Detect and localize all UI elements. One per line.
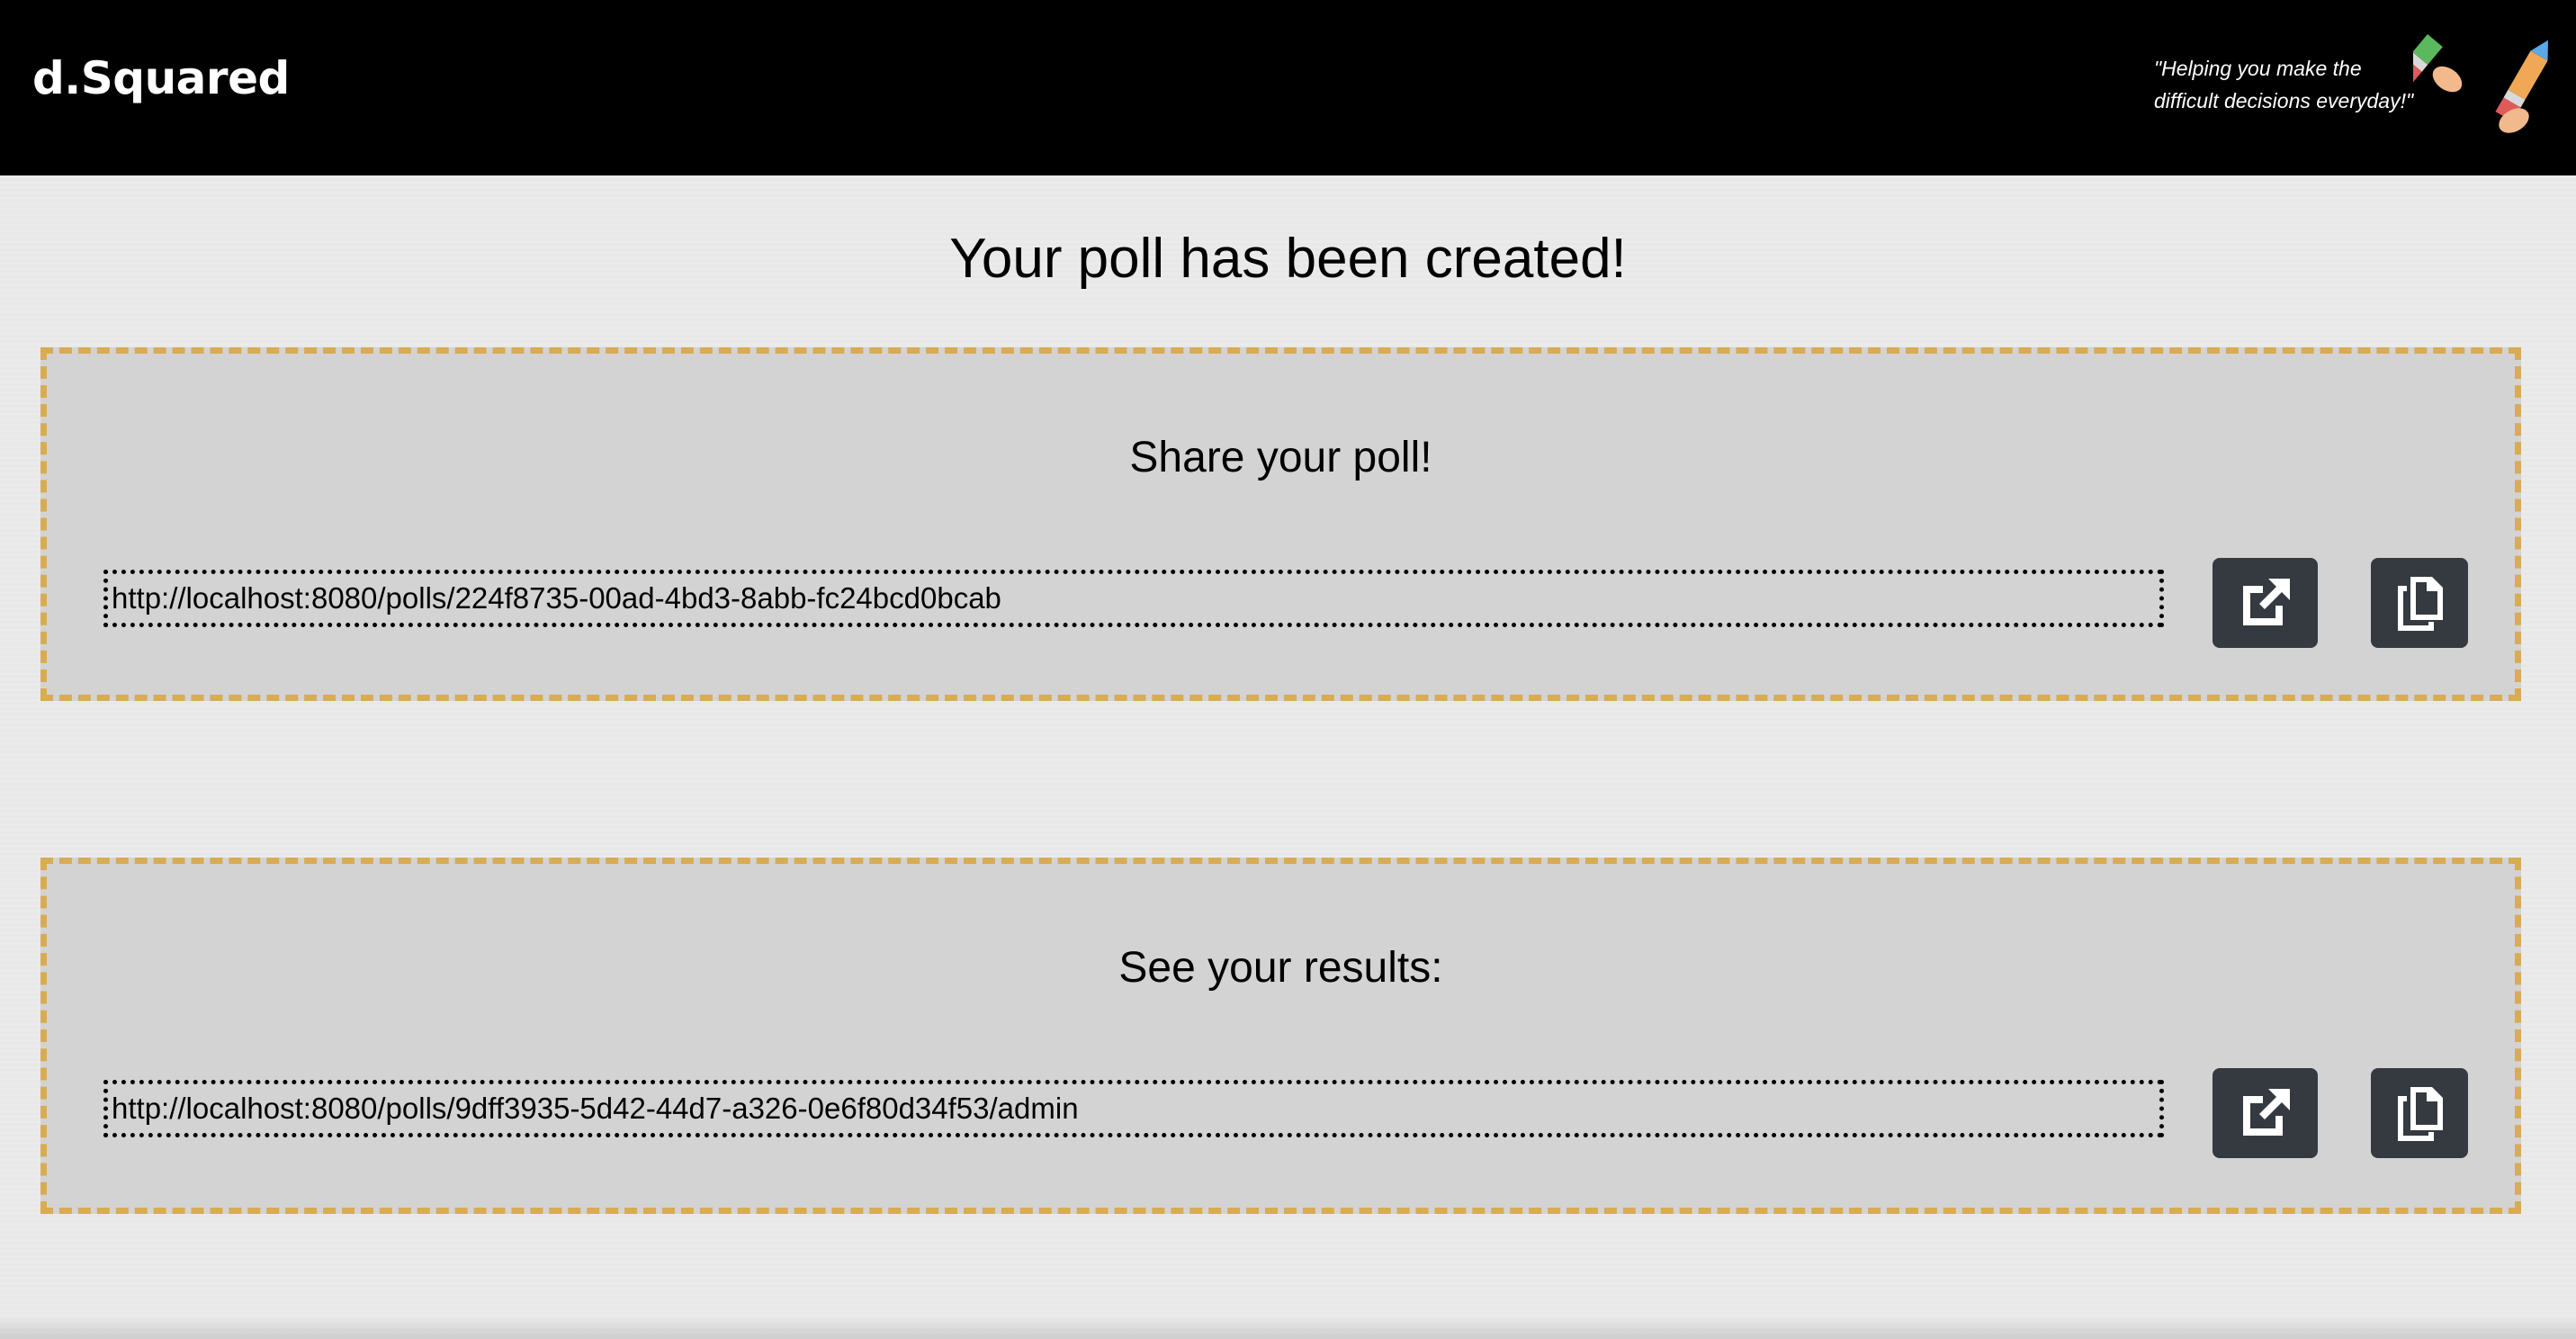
see-results-card: See your results: http://localhost:8080/… [40, 858, 2521, 1214]
share-poll-url-field[interactable]: http://localhost:8080/polls/224f8735-00a… [103, 570, 2164, 627]
results-copy-button[interactable] [2371, 1068, 2468, 1158]
external-link-icon [2242, 579, 2290, 625]
see-results-title: See your results: [1118, 944, 1443, 992]
pencils-logo-icon [2413, 34, 2548, 133]
results-open-button[interactable] [2212, 1068, 2318, 1158]
brand-logo-text[interactable]: d.Squared [32, 52, 290, 104]
page: d.Squared "Helping you make the difficul… [0, 0, 2576, 1339]
share-poll-title: Share your poll! [1129, 434, 1432, 481]
copy-icon [2398, 577, 2443, 631]
tagline: "Helping you make the difficult decision… [2154, 52, 2442, 117]
share-poll-card: Share your poll! http://localhost:8080/p… [40, 347, 2521, 701]
tagline-line-1: "Helping you make the [2154, 57, 2362, 80]
copy-icon [2398, 1087, 2443, 1141]
results-url-field[interactable]: http://localhost:8080/polls/9dff3935-5d4… [103, 1080, 2164, 1137]
share-poll-open-button[interactable] [2212, 558, 2318, 648]
navbar: d.Squared "Helping you make the difficul… [0, 0, 2576, 175]
tagline-line-2: difficult decisions everyday!" [2154, 89, 2414, 112]
external-link-icon [2242, 1089, 2290, 1136]
page-title: Your poll has been created! [949, 228, 1627, 290]
share-poll-copy-button[interactable] [2371, 558, 2468, 648]
footer-shadow [0, 1316, 2576, 1339]
